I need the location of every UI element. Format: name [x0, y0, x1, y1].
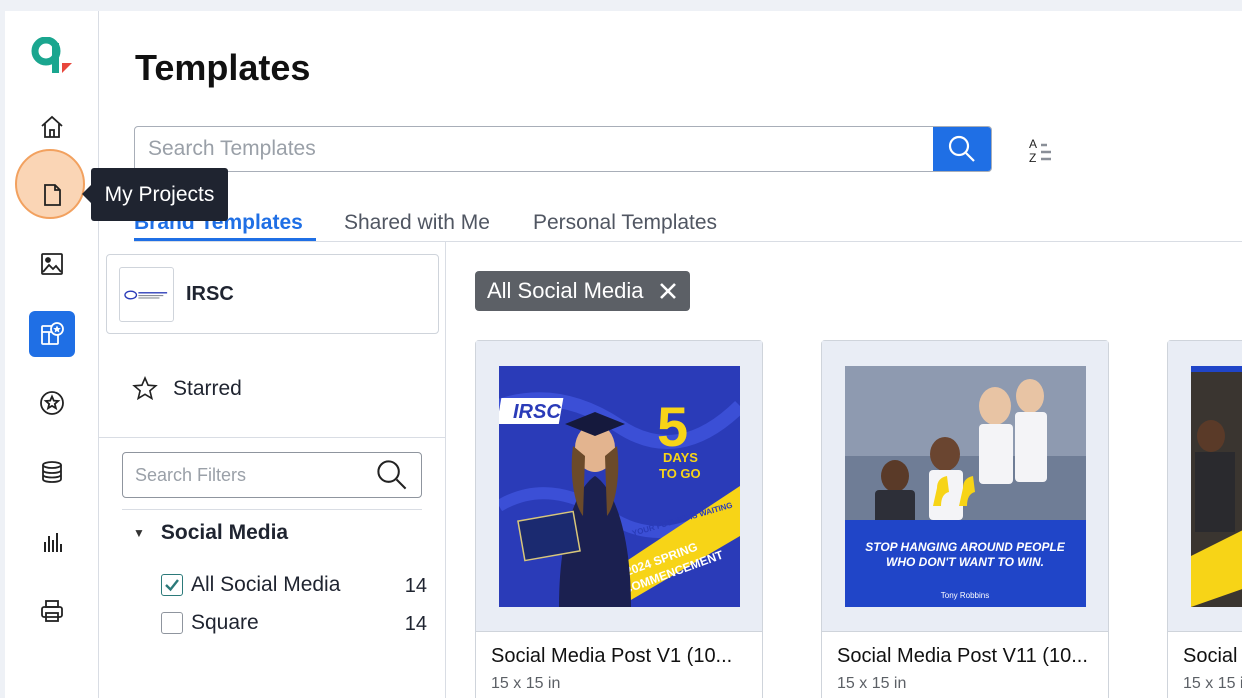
chip-label: All Social Media — [487, 278, 644, 303]
search-input[interactable] — [135, 127, 933, 171]
template-title: Social Media Post V11 (10... — [837, 645, 1088, 667]
page-title: Templates — [135, 47, 311, 88]
file-icon[interactable] — [29, 172, 75, 218]
close-icon[interactable] — [658, 281, 678, 301]
tab-bar: Brand Templates Shared with Me Personal … — [134, 207, 1242, 242]
image-irsc-text: IRSC — [513, 401, 561, 423]
check-icon — [165, 579, 179, 592]
templates-icon[interactable] — [29, 311, 75, 357]
template-thumbnail — [1168, 341, 1242, 632]
filter-group-label: Social Media — [160, 521, 289, 544]
caret-down-icon: ▼ — [133, 526, 145, 540]
svg-text:Z: Z — [1029, 151, 1036, 165]
starred-label: Starred — [173, 377, 242, 400]
svg-text:A: A — [1029, 137, 1037, 151]
brand-logo — [119, 267, 174, 322]
image-quote-line-2: WHO DON'T WANT TO WIN. — [886, 555, 1044, 569]
template-thumbnail: STOP HANGING AROUND PEOPLE WHO DON'T WAN… — [822, 341, 1108, 632]
sort-az-icon: A Z — [1029, 137, 1051, 165]
template-size: 15 x 15 in — [837, 675, 907, 692]
template-image: IRSC 5 DAYS TO GO YOUR FUTURE IS WAITING… — [499, 366, 740, 607]
sort-az-button[interactable]: A Z — [1027, 135, 1057, 165]
brand-selector[interactable]: IRSC — [106, 254, 439, 334]
search-button[interactable] — [933, 127, 991, 171]
template-thumbnail: IRSC 5 DAYS TO GO YOUR FUTURE IS WAITING… — [476, 341, 762, 632]
filter-option-square[interactable]: Square — [161, 611, 259, 635]
tab-shared-with-me[interactable]: Shared with Me — [344, 211, 490, 235]
image-quote-author: Tony Robbins — [941, 591, 989, 600]
active-tab-underline — [134, 238, 316, 241]
image-quote-line-1: STOP HANGING AROUND PEOPLE — [865, 540, 1066, 554]
checkbox-checked[interactable] — [161, 574, 183, 596]
printer-icon[interactable] — [29, 588, 75, 634]
left-rail — [5, 11, 99, 698]
filter-option-label: All Social Media — [191, 573, 341, 596]
tab-personal-templates[interactable]: Personal Templates — [533, 211, 717, 235]
template-card[interactable]: Social 15 x 15 i — [1167, 340, 1242, 698]
filter-option-label: Square — [191, 611, 259, 634]
search-icon[interactable] — [375, 458, 409, 492]
filter-group-social-media[interactable]: ▼ Social Media — [133, 521, 288, 545]
template-image — [1191, 366, 1242, 607]
checkbox-unchecked[interactable] — [161, 612, 183, 634]
filter-option-all-social-media[interactable]: All Social Media — [161, 573, 340, 597]
template-card[interactable]: STOP HANGING AROUND PEOPLE WHO DON'T WAN… — [821, 340, 1109, 698]
filter-search-input[interactable] — [123, 464, 375, 486]
image-icon[interactable] — [29, 241, 75, 287]
divider — [99, 437, 446, 438]
template-image: STOP HANGING AROUND PEOPLE WHO DON'T WAN… — [845, 366, 1086, 607]
template-title: Social — [1183, 645, 1238, 667]
app-window: My Projects Templates A Z Brand Template… — [5, 11, 1242, 698]
tooltip-my-projects: My Projects — [82, 168, 228, 221]
image-days-label: DAYS — [663, 450, 698, 465]
search-icon — [948, 135, 975, 162]
image-days-number: 5 — [657, 395, 688, 458]
filter-search-box — [122, 452, 422, 498]
home-icon[interactable] — [29, 104, 75, 150]
chart-icon[interactable] — [29, 519, 75, 565]
image-to-go-label: TO GO — [659, 466, 701, 481]
divider — [122, 509, 422, 510]
template-size: 15 x 15 i — [1183, 675, 1242, 692]
template-title: Social Media Post V1 (10... — [491, 645, 733, 667]
filter-option-count: 14 — [404, 575, 427, 597]
template-size: 15 x 15 in — [491, 675, 561, 692]
filter-option-count: 14 — [404, 613, 427, 635]
database-icon[interactable] — [29, 449, 75, 495]
app-logo[interactable] — [30, 36, 74, 77]
template-card[interactable]: IRSC 5 DAYS TO GO YOUR FUTURE IS WAITING… — [475, 340, 763, 698]
active-filter-chip[interactable]: All Social Media — [475, 271, 690, 311]
filter-panel: IRSC Starred ▼ Social Media All Social M… — [99, 242, 446, 698]
brand-name: IRSC — [186, 283, 234, 305]
search-bar — [134, 126, 992, 172]
star-icon[interactable] — [29, 380, 75, 426]
star-outline-icon — [132, 375, 158, 401]
starred-filter[interactable]: Starred — [131, 375, 242, 403]
